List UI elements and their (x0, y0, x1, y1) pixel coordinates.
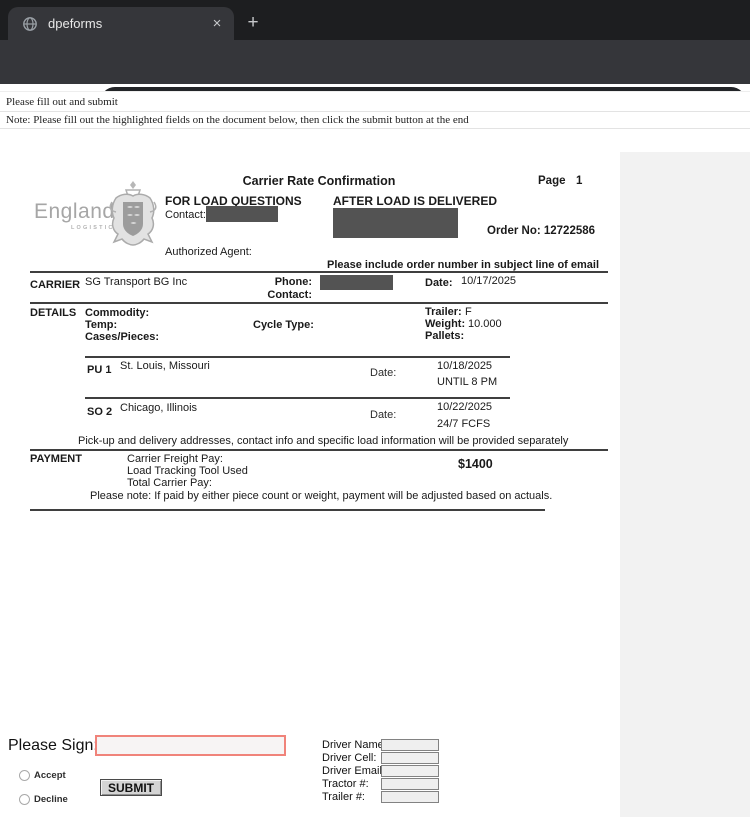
carrier-freight-pay-label: Carrier Freight Pay: (127, 453, 223, 465)
carrier-contact-label: Contact: (246, 289, 312, 301)
browser-window: dpeforms × + ← → apps.englandlogistics.t… (0, 0, 750, 817)
notice-line-1: Please fill out and submit (0, 91, 750, 112)
stop2-date-value: 10/22/2025 (437, 401, 492, 413)
cases-pieces-label: Cases/Pieces: (85, 331, 159, 343)
redacted-contact-value (206, 206, 278, 222)
contact-label: Contact: (165, 209, 206, 221)
redacted-phone-value (320, 275, 393, 290)
stop2-date-label: Date: (370, 409, 396, 421)
stop1-code: PU 1 (87, 364, 111, 376)
driver-cell-label: Driver Cell: (322, 752, 376, 764)
weight-value: 10.000 (468, 318, 502, 330)
stop1-date-label: Date: (370, 367, 396, 379)
carrier-date-value: 10/17/2025 (461, 275, 516, 287)
driver-name-input[interactable] (381, 739, 439, 751)
viewer-side-gutter (620, 152, 750, 817)
decline-radio[interactable] (19, 794, 30, 805)
divider (30, 271, 608, 273)
tab-close-icon[interactable]: × (208, 15, 226, 33)
stop1-time-value: UNTIL 8 PM (437, 376, 497, 388)
please-sign-label: Please Sign: (8, 737, 98, 755)
include-order-note: Please include order number in subject l… (327, 259, 599, 271)
weight-label: Weight: (425, 318, 465, 330)
page-label: Page (538, 175, 566, 187)
payment-section-label: PAYMENT (30, 453, 82, 465)
carrier-phone-label: Phone: (246, 276, 312, 288)
trailer-number-label: Trailer #: (322, 791, 365, 803)
after-load-heading: AFTER LOAD IS DELIVERED (333, 194, 497, 208)
rate-confirmation-document: Carrier Rate Confirmation Page 1 England… (0, 152, 620, 817)
cycle-type-label: Cycle Type: (253, 319, 314, 331)
signature-input[interactable] (95, 735, 286, 756)
trailer-number-input[interactable] (381, 791, 439, 803)
submit-button[interactable]: SUBMIT (100, 779, 162, 796)
tab-dpeforms[interactable]: dpeforms × (8, 7, 234, 40)
notice-line-2: Note: Please fill out the highlighted fi… (0, 112, 750, 129)
divider (30, 302, 608, 304)
driver-email-input[interactable] (381, 765, 439, 777)
payment-amount: $1400 (458, 457, 493, 471)
order-number: Order No: 12722586 (487, 225, 595, 237)
redacted-after-load-value (333, 208, 458, 238)
temp-label: Temp: (85, 319, 117, 331)
england-crest-icon (106, 178, 160, 250)
divider (85, 356, 510, 358)
stop2-time-value: 24/7 FCFS (437, 418, 490, 430)
stop2-location: Chicago, Illinois (120, 402, 197, 414)
load-tracking-label: Load Tracking Tool Used (127, 465, 248, 477)
trailer-value: F (465, 306, 472, 318)
accept-radio[interactable] (19, 770, 30, 781)
globe-icon (22, 16, 38, 32)
carrier-section-label: CARRIER (30, 279, 80, 291)
authorized-agent-label: Authorized Agent: (165, 246, 252, 258)
details-section-label: DETAILS (30, 307, 76, 319)
tab-title: dpeforms (48, 16, 208, 31)
trailer-label: Trailer: (425, 306, 462, 318)
driver-email-label: Driver Email: (322, 765, 385, 777)
divider (30, 449, 608, 451)
stop1-location: St. Louis, Missouri (120, 360, 210, 372)
tab-bar: dpeforms × + (0, 0, 750, 40)
stop2-code: SO 2 (87, 406, 112, 418)
stop1-date-value: 10/18/2025 (437, 360, 492, 372)
driver-name-label: Driver Name: (322, 739, 387, 751)
england-logo-text: England (34, 200, 115, 224)
payment-note: Please note: If paid by either piece cou… (90, 490, 552, 502)
pallets-label: Pallets: (425, 330, 464, 342)
carrier-name: SG Transport BG Inc (85, 276, 187, 288)
accept-radio-label: Accept (34, 770, 66, 781)
total-carrier-pay-label: Total Carrier Pay: (127, 477, 212, 489)
divider (30, 509, 545, 511)
divider (85, 397, 510, 399)
driver-cell-input[interactable] (381, 752, 439, 764)
commodity-label: Commodity: (85, 307, 149, 319)
page-number: 1 (576, 175, 582, 187)
tractor-number-input[interactable] (381, 778, 439, 790)
browser-toolbar: ← → apps.englandlogistics.tenderloads.co… (0, 40, 750, 84)
new-tab-button[interactable]: + (240, 10, 266, 36)
tractor-number-label: Tractor #: (322, 778, 369, 790)
carrier-date-label: Date: (425, 277, 453, 289)
separate-info-note: Pick-up and delivery addresses, contact … (78, 435, 568, 447)
decline-radio-label: Decline (34, 794, 68, 805)
